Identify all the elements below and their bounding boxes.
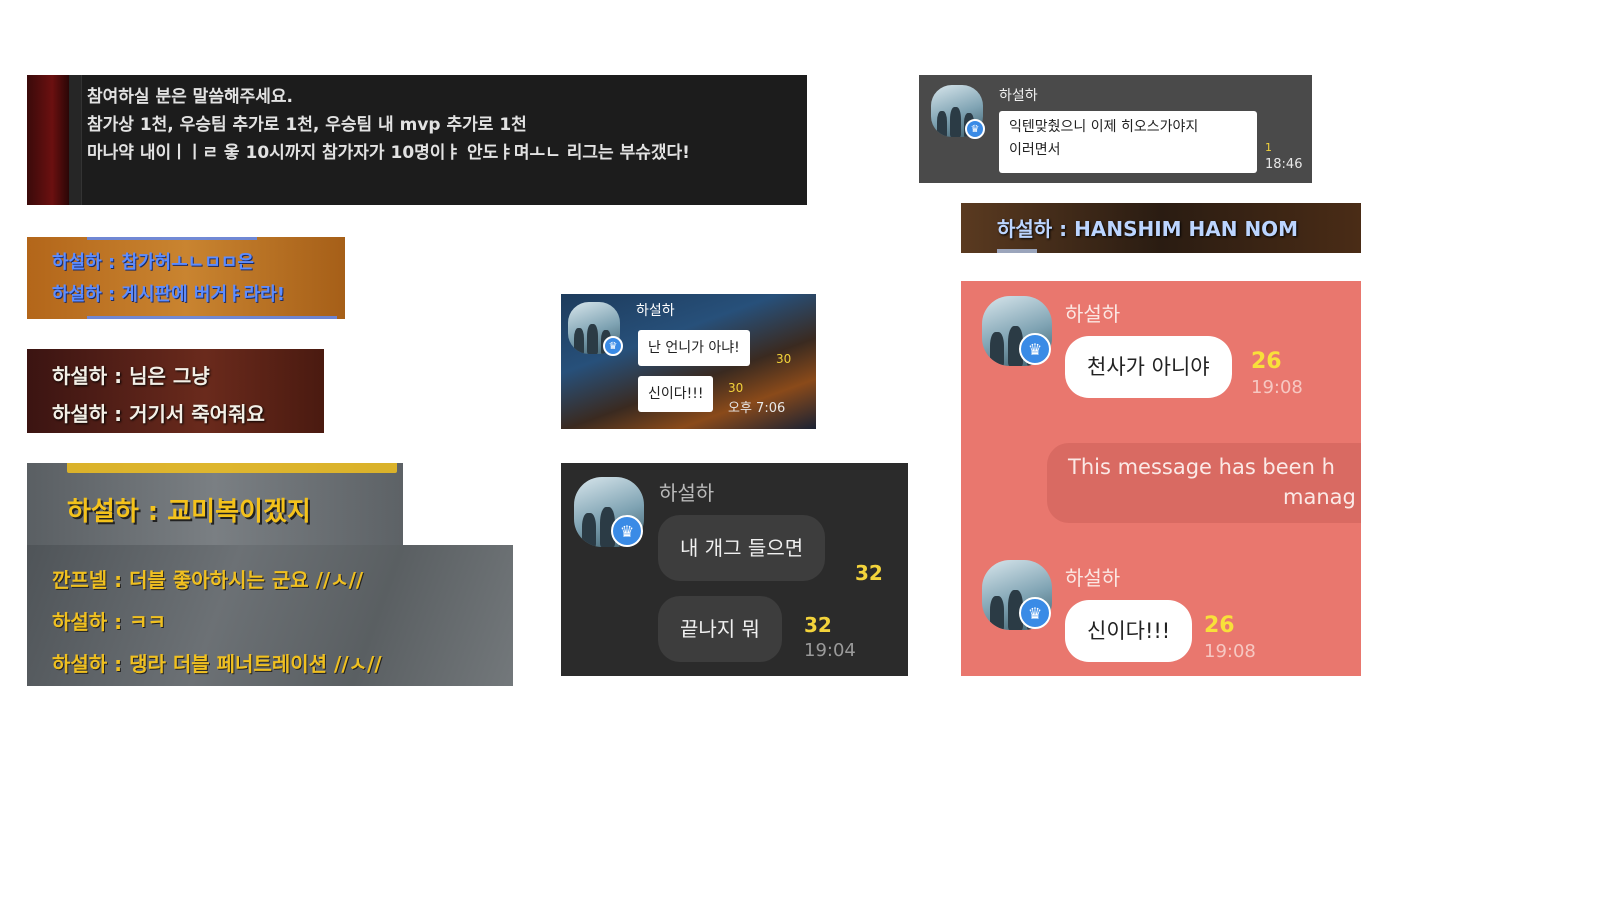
sender-name: 하설하 — [636, 303, 675, 319]
sender-name: 하설하 — [999, 88, 1038, 104]
chat-line: 하설하 : HANSHIM HAN NOM — [997, 217, 1299, 241]
message-line: 이러면서 — [1009, 142, 1061, 158]
gray-kakao-panel: ♛ 하설하 익텐맞췄으니 이제 히오스가야지 이러면서 1 18:46 — [919, 75, 1312, 183]
crown-icon: ♛ — [1019, 333, 1051, 365]
night-chat-panel: ♛ 하설하 난 언니가 아냐! 30 신이다!!! 30 오후 7:06 — [561, 294, 816, 429]
chat-line: 깐프넬 : 더블 좋아하시는 군요 //ㅅ// — [52, 568, 364, 592]
chat-line: 하설하 : 교미복이겠지 — [67, 497, 311, 527]
timestamp: 오후 7:06 — [728, 401, 786, 416]
sender-name: 하설하 — [1065, 566, 1121, 590]
crown-icon: ♛ — [965, 119, 985, 139]
decorative-strip — [27, 75, 69, 205]
message-bubble[interactable]: 내 개그 들으면 — [658, 515, 826, 581]
orange-chat-panel: 하설하 : 참가허ㅗㄴㅁㅁ은 하설하 : 게시판에 버거ㅑ라라! — [27, 237, 345, 319]
crown-icon: ♛ — [603, 336, 623, 356]
chat-line: 하설하 : ㅋㅋ — [52, 610, 166, 634]
message-bubble[interactable]: 신이다!!! — [638, 376, 714, 412]
unread-count: 26 — [1251, 349, 1282, 374]
timestamp: 19:04 — [804, 640, 856, 661]
cropped-line — [67, 463, 397, 473]
message-line: 익텐맞췄으니 이제 히오스가야지 — [1009, 119, 1199, 135]
system-message-line: manag — [1283, 485, 1356, 509]
cropped-line — [997, 249, 1037, 253]
system-message: This message has been h manag — [1047, 443, 1361, 523]
message-bubble[interactable]: 끝나지 뭐 — [658, 596, 782, 662]
timestamp: 19:08 — [1251, 377, 1303, 398]
crown-icon: ♛ — [611, 515, 643, 547]
dark-chat-panel: ♛ 하설하 내 개그 들으면 32 끝나지 뭐 32 19:04 — [561, 463, 908, 676]
gray-chat-panel-2: 깐프넬 : 더블 좋아하시는 군요 //ㅅ// 하설하 : ㅋㅋ 하설하 : 댕… — [27, 545, 513, 686]
timestamp: 19:08 — [1204, 641, 1256, 662]
unread-count: 32 — [804, 613, 832, 637]
brown-chat-panel: 하설하 : 님은 그냥 하설하 : 거기서 죽어줘요 — [27, 349, 324, 433]
chat-line: 하설하 : 거기서 죽어줘요 — [52, 402, 265, 426]
chat-line: 하설하 : 게시판에 버거ㅑ라라! — [52, 284, 285, 305]
timestamp: 18:46 — [1265, 157, 1303, 172]
notice-line: 마나약 내이ㅣㅣㄹ 옿 10시까지 참가자가 10명이ㅑ 안도ㅑ며ㅗㄴ 리그는 … — [87, 143, 690, 163]
salmon-kakao-panel: ♛ 하설하 천사가 아니야 26 19:08 This message has … — [961, 281, 1361, 676]
cropped-line — [87, 316, 337, 319]
unread-count: 30 — [776, 352, 792, 366]
message-bubble[interactable]: 신이다!!! — [1065, 600, 1193, 662]
chat-line: 하설하 : 님은 그냥 — [52, 364, 210, 388]
notice-line: 참여하실 분은 말씀해주세요. — [87, 87, 293, 107]
unread-count: 30 — [728, 381, 744, 395]
divider — [69, 75, 82, 205]
unread-count: 26 — [1204, 613, 1235, 638]
gray-chat-panel: 하설하 : 교미복이겠지 — [27, 463, 403, 545]
system-message-line: This message has been h — [1068, 455, 1335, 479]
crown-icon: ♛ — [1019, 597, 1051, 629]
banner-chat-panel: 하설하 : HANSHIM HAN NOM — [961, 203, 1361, 253]
message-bubble[interactable]: 익텐맞췄으니 이제 히오스가야지 이러면서 — [999, 111, 1257, 173]
chat-line: 하설하 : 참가허ㅗㄴㅁㅁ은 — [52, 252, 254, 273]
unread-count: 1 — [1265, 141, 1272, 154]
sender-name: 하설하 — [659, 481, 715, 505]
cropped-line — [87, 237, 257, 240]
notice-line: 참가상 1천, 우승팀 추가로 1천, 우승팀 내 mvp 추가로 1천 — [87, 115, 527, 135]
unread-count: 32 — [855, 561, 883, 585]
chat-line: 하설하 : 댕라 더블 페너트레이션 //ㅅ// — [52, 652, 382, 676]
sender-name: 하설하 — [1065, 302, 1121, 326]
notice-text: 참여하실 분은 말씀해주세요. 참가상 1천, 우승팀 추가로 1천, 우승팀 … — [87, 83, 690, 167]
message-bubble[interactable]: 천사가 아니야 — [1065, 336, 1232, 398]
message-bubble[interactable]: 난 언니가 아냐! — [638, 330, 750, 366]
notice-panel: 참여하실 분은 말씀해주세요. 참가상 1천, 우승팀 추가로 1천, 우승팀 … — [27, 75, 807, 205]
